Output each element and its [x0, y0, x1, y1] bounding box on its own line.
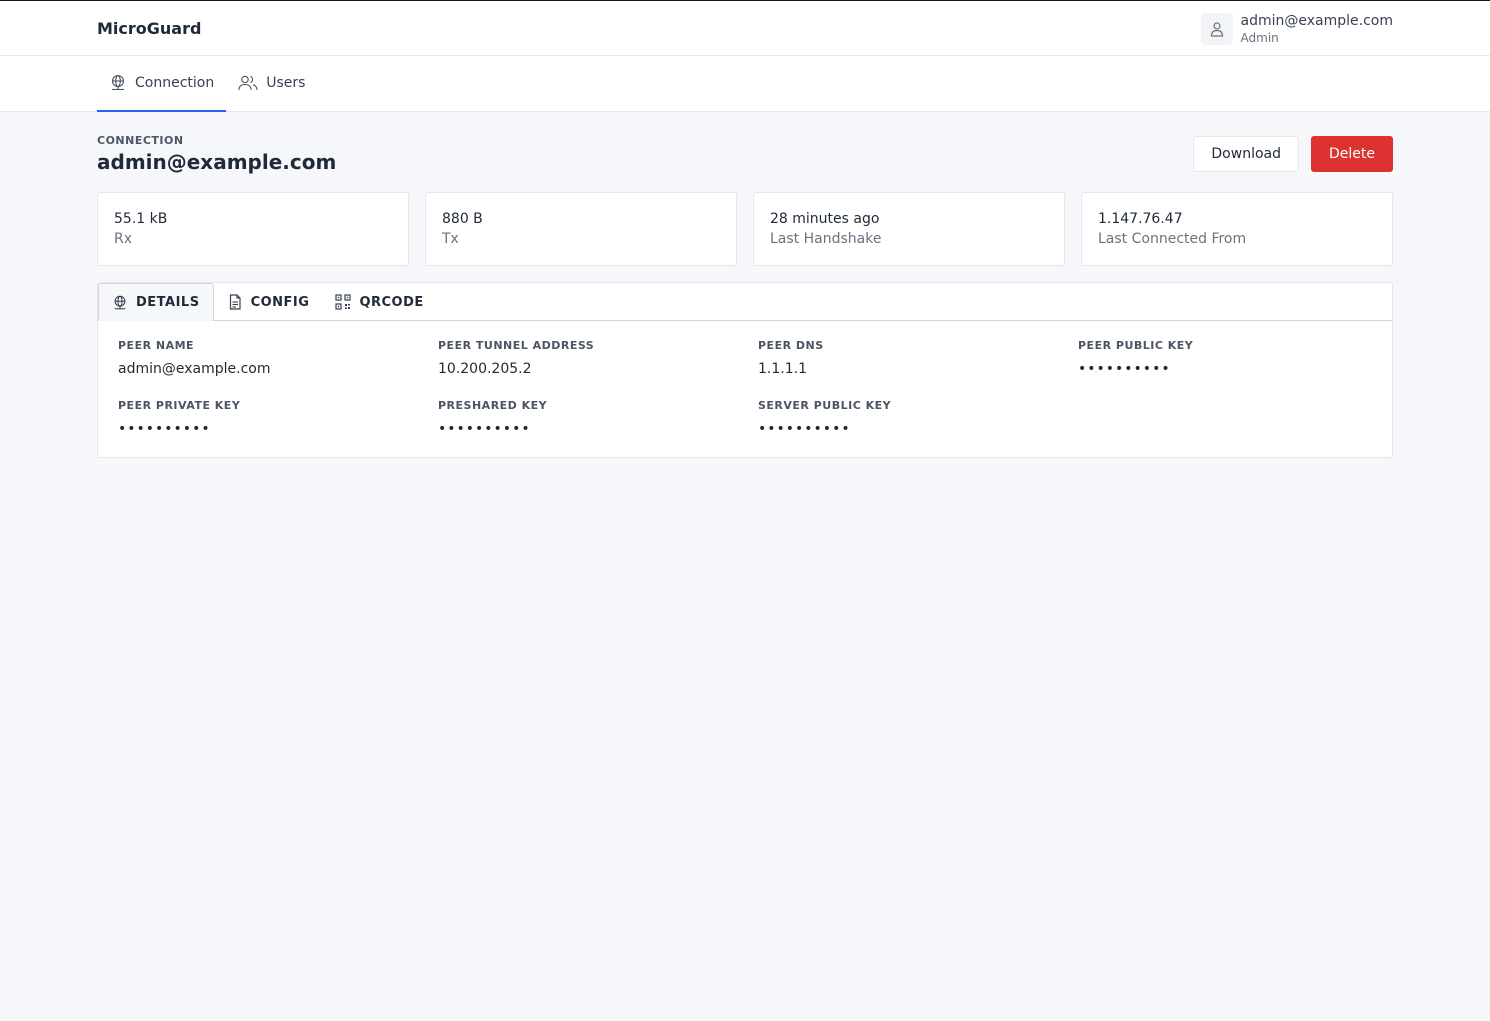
stat-card-tx: 880 B Tx: [425, 192, 737, 266]
user-role: Admin: [1240, 31, 1279, 45]
field-label: PEER DNS: [758, 339, 824, 352]
panel-tabs: DETAILS CONFIG QRCODE: [98, 283, 1392, 321]
masked-value[interactable]: ••••••••••: [438, 417, 758, 441]
tab-connection[interactable]: Connection: [97, 56, 227, 112]
field-label: SERVER PUBLIC KEY: [758, 399, 892, 412]
users-icon: [238, 74, 258, 92]
field-preshared-key: PRESHARED KEY ••••••••••: [438, 399, 758, 441]
tab-users[interactable]: Users: [226, 56, 317, 112]
stat-card-last-connected: 1.147.76.47 Last Connected From: [1081, 192, 1393, 266]
document-icon: [227, 294, 243, 310]
field-label: PEER PUBLIC KEY: [1078, 339, 1194, 352]
field-server-public-key: SERVER PUBLIC KEY ••••••••••: [758, 399, 1078, 441]
page-title: admin@example.com: [97, 150, 337, 174]
brand-logo[interactable]: MicroGuard: [97, 19, 201, 38]
tab-qrcode[interactable]: QRCODE: [322, 283, 436, 321]
user-icon: [1200, 13, 1233, 45]
field-value: 1.1.1.1: [758, 361, 807, 377]
masked-value[interactable]: ••••••••••: [1078, 357, 1398, 381]
stat-value: 55.1 kB: [114, 211, 168, 227]
download-button[interactable]: Download: [1193, 136, 1299, 172]
stat-label: Tx: [442, 231, 459, 247]
delete-button[interactable]: Delete: [1311, 136, 1393, 172]
field-label: PRESHARED KEY: [438, 399, 548, 412]
tab-connection-label: Connection: [135, 75, 215, 91]
stat-label: Rx: [114, 231, 133, 247]
field-label: PEER PRIVATE KEY: [118, 399, 241, 412]
stat-label: Last Handshake: [770, 231, 882, 247]
user-email: admin@example.com: [1240, 13, 1393, 29]
field-peer-dns: PEER DNS 1.1.1.1: [758, 339, 1078, 381]
field-value: 10.200.205.2: [438, 361, 532, 377]
field-label: PEER NAME: [118, 339, 195, 352]
stat-value: 880 B: [442, 211, 483, 227]
nav-tabs: Connection Users: [97, 56, 317, 112]
field-label: PEER TUNNEL ADDRESS: [438, 339, 595, 352]
stat-label: Last Connected From: [1098, 231, 1247, 247]
top-bar: MicroGuard admin@example.com Admin: [0, 1, 1490, 56]
stat-value: 28 minutes ago: [770, 211, 880, 227]
field-peer-tunnel-address: PEER TUNNEL ADDRESS 10.200.205.2: [438, 339, 758, 381]
user-menu[interactable]: admin@example.com Admin: [1200, 12, 1393, 46]
tab-config[interactable]: CONFIG: [214, 283, 323, 321]
field-value: admin@example.com: [118, 361, 271, 377]
masked-value[interactable]: ••••••••••: [118, 417, 438, 441]
connection-actions: Download Delete: [1193, 136, 1393, 172]
masked-value[interactable]: ••••••••••: [758, 417, 1078, 441]
tab-users-label: Users: [266, 75, 306, 91]
peer-details: PEER NAME admin@example.com PEER TUNNEL …: [98, 321, 1392, 441]
details-panel: DETAILS CONFIG QRCODE PEER NAME admin@ex…: [97, 282, 1393, 458]
tab-config-label: CONFIG: [250, 294, 310, 310]
stat-card-rx: 55.1 kB Rx: [97, 192, 409, 266]
field-peer-private-key: PEER PRIVATE KEY ••••••••••: [118, 399, 438, 441]
tab-details-label: DETAILS: [136, 295, 200, 310]
user-info: admin@example.com Admin: [1241, 12, 1393, 46]
stat-card-last-handshake: 28 minutes ago Last Handshake: [753, 192, 1065, 266]
tab-details[interactable]: DETAILS: [98, 283, 214, 321]
stats-row: 55.1 kB Rx 880 B Tx 28 minutes ago Last …: [97, 192, 1393, 266]
globe-icon: [112, 295, 128, 311]
field-peer-public-key: PEER PUBLIC KEY ••••••••••: [1078, 339, 1398, 381]
section-label: CONNECTION: [97, 134, 184, 147]
qrcode-icon: [335, 294, 352, 310]
field-peer-name: PEER NAME admin@example.com: [118, 339, 438, 381]
stat-value: 1.147.76.47: [1098, 211, 1183, 227]
main-nav: Connection Users: [0, 56, 1490, 112]
tab-qrcode-label: QRCODE: [359, 294, 424, 310]
globe-icon: [109, 74, 127, 92]
